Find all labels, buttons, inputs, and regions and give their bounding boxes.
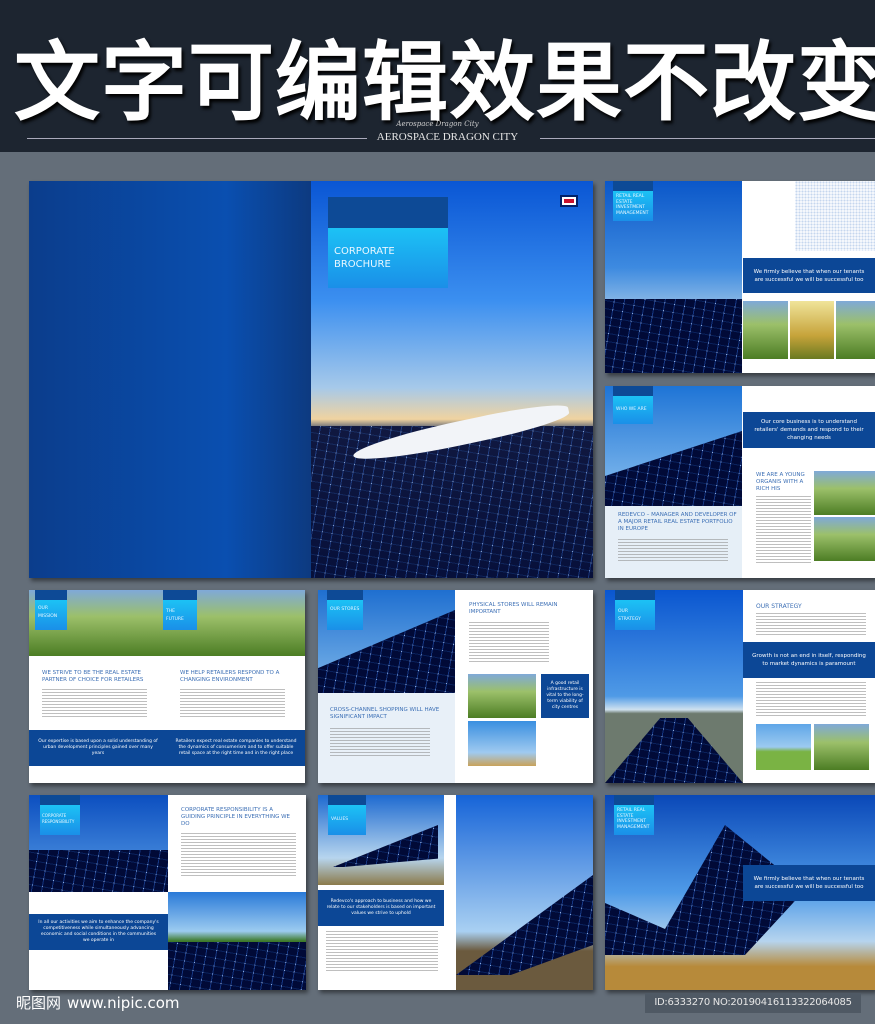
- windmill-photo: [790, 301, 834, 359]
- heading: WE HELP RETAILERS RESPOND TO A CHANGING …: [180, 670, 280, 683]
- body-text: [756, 496, 811, 564]
- section-label: OUR STORES: [327, 600, 363, 630]
- quote-band: Redevco's approach to business and how w…: [318, 890, 444, 926]
- panels: [605, 718, 743, 783]
- body-text: [42, 689, 147, 717]
- quote-band: In all our activities we aim to enhance …: [29, 914, 168, 950]
- strategy-spread: OUR STRATEGY OUR STRATEGY Growth is not …: [605, 590, 875, 783]
- image-id: ID:6333270 NO:20190416113322064085: [645, 993, 861, 1013]
- photo: [814, 471, 875, 515]
- tractor-photo: [756, 724, 811, 770]
- rooftop-solar-photo: [168, 892, 306, 990]
- uk-flag-icon: [560, 195, 578, 207]
- section-label: OUR STRATEGY: [615, 600, 655, 630]
- watermark: 昵图网 www.nipic.com: [16, 992, 180, 1013]
- section-label: OUR MISSION: [35, 600, 67, 630]
- harvester-photo: [814, 724, 869, 770]
- body-text: [326, 931, 438, 971]
- body-text: [618, 539, 728, 561]
- heading: CROSS-CHANNEL SHOPPING WILL HAVE SIGNIFI…: [330, 707, 440, 720]
- back-cover: [29, 181, 311, 578]
- body-text: [756, 613, 866, 637]
- label-bar: [613, 181, 653, 191]
- label-bar: [615, 590, 655, 600]
- quote-band: Our core business is to understand retai…: [743, 412, 875, 448]
- mission-spread: OUR MISSION THE FUTURE WE STRIVE TO BE T…: [29, 590, 305, 783]
- label-bar: [614, 795, 654, 805]
- heading: WE STRIVE TO BE THE REAL ESTATE PARTNER …: [42, 670, 144, 683]
- watermark-cn: 昵图网: [16, 994, 62, 1012]
- banner-subtitle: AEROSPACE DRAGON CITY: [376, 131, 519, 143]
- cover-spread: CORPORATE BROCHURE: [29, 181, 593, 578]
- quote-band: Growth is not an end in itself, respondi…: [743, 642, 875, 678]
- panels: [29, 850, 168, 892]
- heading: PHYSICAL STORES WILL REMAIN IMPORTANT: [469, 602, 558, 615]
- heading: CORPORATE RESPONSIBILITY IS A GUIDING PR…: [181, 807, 291, 827]
- solar-field-image: [311, 426, 593, 578]
- body-text: [469, 622, 549, 662]
- body-text: [180, 689, 285, 717]
- values-spread: VALUES Redevco's approach to business an…: [318, 795, 593, 990]
- body-text: [330, 728, 430, 756]
- quote-band: We firmly believe that when our tenants …: [743, 865, 875, 901]
- who-we-are-spread: WHO WE ARE REDEVCO – MANAGER AND DEVELOP…: [605, 386, 875, 578]
- quote-band: We firmly believe that when our tenants …: [743, 258, 875, 293]
- heading: REDEVCO – MANAGER AND DEVELOPER OF A MAJ…: [618, 512, 737, 532]
- europe-map: [795, 181, 875, 251]
- label-bar: [613, 386, 653, 396]
- photo: [836, 301, 875, 359]
- photo: [743, 301, 788, 359]
- heading: OUR STRATEGY: [756, 603, 802, 610]
- cover-title: CORPORATE BROCHURE: [328, 228, 448, 288]
- section-label: RETAIL REAL ESTATE INVESTMENT MANAGEMENT: [614, 805, 654, 835]
- banner-script-line: Aerospace Dragon City: [396, 120, 479, 128]
- label-bar: [328, 795, 366, 805]
- drone-photo: [468, 721, 536, 766]
- banner-title: 文字可编辑效果不改变: [14, 33, 875, 133]
- label-bar: [40, 795, 80, 805]
- investment-spread: RETAIL REAL ESTATE INVESTMENT MANAGEMENT…: [605, 795, 875, 990]
- mirror-field: [605, 299, 742, 373]
- divider: [540, 138, 875, 139]
- section-label: VALUES: [328, 805, 366, 835]
- watermark-url: www.nipic.com: [66, 994, 180, 1012]
- section-label: CORPORATE RESPONSIBILITY: [40, 805, 80, 835]
- body-text: [181, 833, 296, 876]
- panels: [456, 875, 593, 975]
- divider: [27, 138, 367, 139]
- section-label: THE FUTURE: [163, 600, 197, 630]
- section-label: WHO WE ARE: [613, 396, 653, 424]
- body-text: [756, 682, 866, 716]
- label-bar: [327, 590, 363, 600]
- label-bar: [35, 590, 67, 600]
- header-banner: 文字可编辑效果不改变 Aerospace Dragon City AEROSPA…: [0, 0, 875, 152]
- quote-band: Retailers expect real estate companies t…: [167, 730, 305, 766]
- panels: [605, 431, 742, 506]
- quote-band: Our expertise is based upon a solid unde…: [29, 730, 167, 766]
- section-label: RETAIL REAL ESTATE INVESTMENT MANAGEMENT: [613, 191, 653, 221]
- corporate-responsibility-spread: CORPORATE RESPONSIBILITY CORPORATE RESPO…: [29, 795, 306, 990]
- label-bar: [163, 590, 197, 600]
- farmer-photo: [468, 674, 536, 718]
- photo: [814, 517, 875, 561]
- retail-spread: RETAIL REAL ESTATE INVESTMENT MANAGEMENT…: [605, 181, 875, 373]
- stores-spread: OUR STORES PHYSICAL STORES WILL REMAIN I…: [318, 590, 593, 783]
- solar-tracker-photo: [456, 795, 593, 990]
- panels: [168, 942, 306, 990]
- cover-title-bar: [328, 197, 448, 228]
- heading: WE ARE A YOUNG ORGANIS WITH A RICH HIS: [756, 472, 805, 492]
- quote-box: A good retail infrastructure is vital to…: [541, 674, 589, 718]
